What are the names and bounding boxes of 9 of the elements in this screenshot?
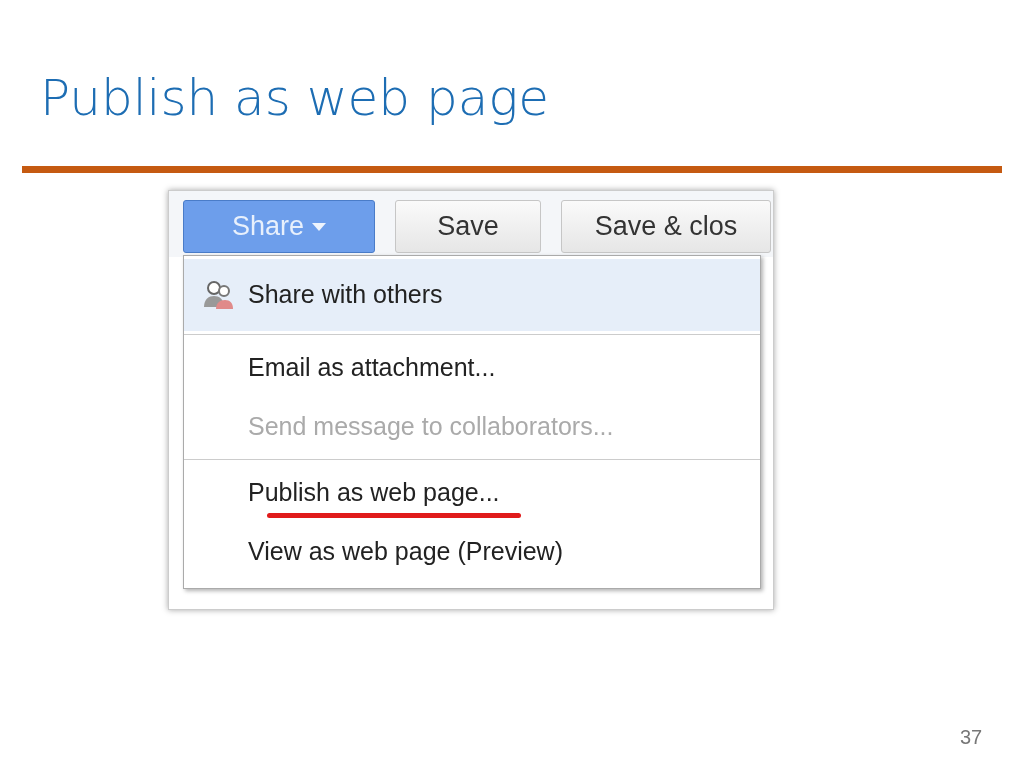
menu-item[interactable]: Email as attachment... xyxy=(184,338,760,397)
menu-item[interactable]: Share with others xyxy=(184,259,760,331)
toolbar-button[interactable]: Save & clos xyxy=(561,200,771,253)
menu-item[interactable]: View as web page (Preview) xyxy=(184,522,760,581)
menu-item[interactable]: Publish as web page... xyxy=(184,463,760,522)
toolbar-button[interactable]: Save xyxy=(395,200,541,253)
slide-title: Publish as web page xyxy=(40,68,550,129)
page-number: 37 xyxy=(960,725,983,750)
caret-icon xyxy=(312,222,327,231)
